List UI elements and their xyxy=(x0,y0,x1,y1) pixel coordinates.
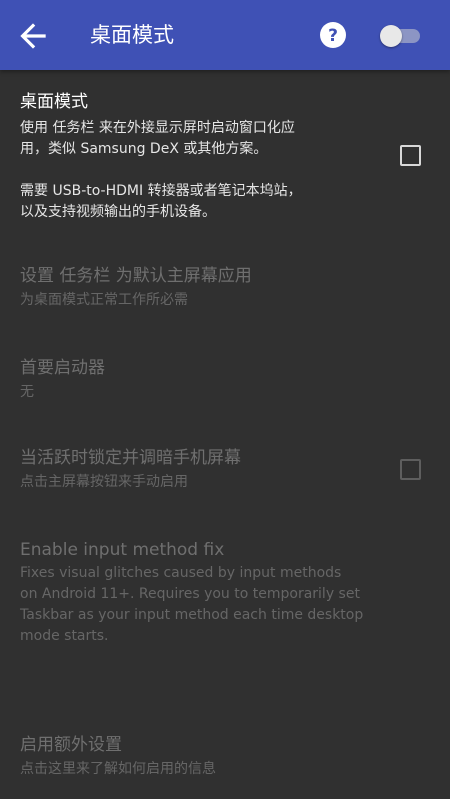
pref-extra-settings[interactable]: 启用额外设置 点击这里来了解如何启用的信息 xyxy=(0,731,450,791)
pref-summary: 为桌面模式正常工作所必需 xyxy=(20,292,188,308)
pref-title: 首要启动器 xyxy=(20,358,105,378)
pref-title: 当活跃时锁定并调暗手机屏幕 xyxy=(20,448,241,468)
back-button[interactable] xyxy=(14,17,52,55)
pref-title: 设置 任务栏 为默认主屏幕应用 xyxy=(20,266,252,286)
pref-default-home[interactable]: 设置 任务栏 为默认主屏幕应用 为桌面模式正常工作所必需 xyxy=(0,262,450,322)
pref-lock-dim-screen[interactable]: 当活跃时锁定并调暗手机屏幕 点击主屏幕按钮来手动启用 xyxy=(0,444,450,504)
app-bar: 桌面模式 ? xyxy=(0,0,450,70)
pref-summary-line: mode starts. xyxy=(20,628,109,644)
pref-summary-line: 以及支持视频输出的手机设备。 xyxy=(20,204,216,220)
lock-dim-checkbox[interactable] xyxy=(400,459,421,480)
pref-summary: 点击主屏幕按钮来手动启用 xyxy=(20,474,188,490)
pref-summary-line: 需要 USB-to-HDMI 转接器或者笔记本坞站， xyxy=(20,183,302,199)
desktop-mode-checkbox[interactable] xyxy=(400,145,421,166)
pref-input-method-fix[interactable]: Enable input method fix Fixes visual gli… xyxy=(0,536,450,651)
pref-title: Enable input method fix xyxy=(20,540,225,560)
svg-text:?: ? xyxy=(328,26,338,46)
pref-summary-line: 用，类似 Samsung DeX 或其他方案。 xyxy=(20,141,268,157)
pref-title: 启用额外设置 xyxy=(20,735,122,755)
help-button[interactable]: ? xyxy=(318,20,348,50)
pref-summary-line: Taskbar as your input method each time d… xyxy=(20,607,364,623)
pref-summary-line: 使用 任务栏 来在外接显示屏时启动窗口化应 xyxy=(20,120,295,136)
pref-summary-line: on Android 11+. Requires you to temporar… xyxy=(20,586,360,602)
pref-title: 桌面模式 xyxy=(20,92,88,112)
pref-primary-launcher[interactable]: 首要启动器 无 xyxy=(0,354,450,414)
pref-summary-line: Fixes visual glitches caused by input me… xyxy=(20,565,342,581)
desktop-mode-switch[interactable] xyxy=(380,25,422,47)
help-circle-icon: ? xyxy=(320,22,346,48)
arrow-left-icon xyxy=(20,23,46,49)
page-title: 桌面模式 xyxy=(90,23,174,47)
pref-summary: 点击这里来了解如何启用的信息 xyxy=(20,761,216,777)
pref-summary: 无 xyxy=(20,384,34,400)
switch-thumb xyxy=(380,25,402,47)
pref-desktop-mode[interactable]: 桌面模式 使用 任务栏 来在外接显示屏时启动窗口化应 用，类似 Samsung … xyxy=(0,88,450,228)
